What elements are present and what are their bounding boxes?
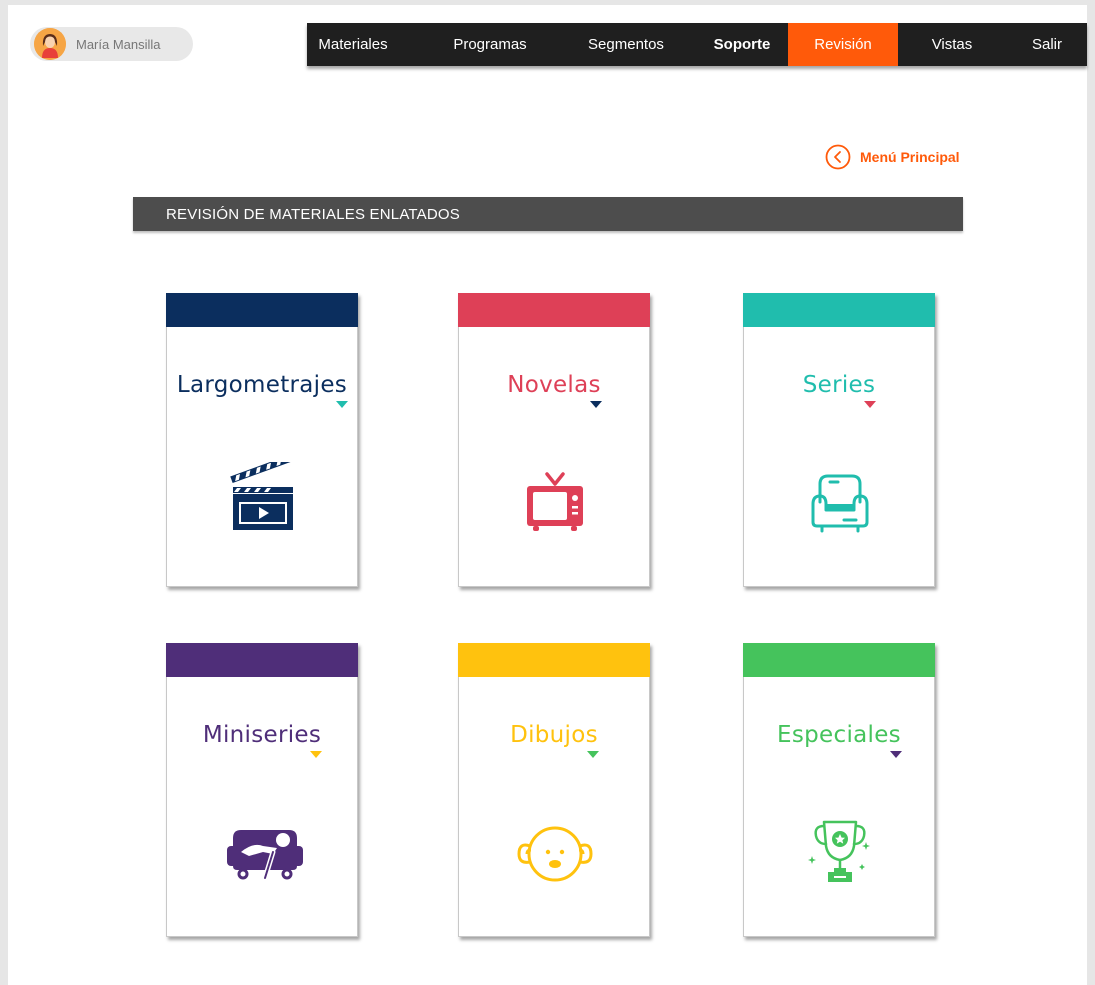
section-title: REVISIÓN DE MATERIALES ENLATADOS xyxy=(166,206,460,223)
card-miniseries[interactable]: Miniseries xyxy=(166,643,358,937)
couch-person-icon xyxy=(227,830,303,881)
chevron-left-circle-icon xyxy=(825,144,851,170)
nav-item-revision[interactable]: Revisión xyxy=(788,23,898,66)
avatar xyxy=(34,28,66,60)
nav-item-soporte[interactable]: Soporte xyxy=(699,23,785,66)
card-dibujos[interactable]: Dibujos xyxy=(458,643,650,937)
nav-item-materiales[interactable]: Materiales xyxy=(307,23,399,66)
card-title: Series xyxy=(802,372,876,398)
card-color-band xyxy=(166,293,358,327)
dropdown-marker-icon xyxy=(310,751,323,758)
dropdown-marker-icon xyxy=(336,401,349,408)
card-color-band xyxy=(166,643,358,677)
nav-item-programas[interactable]: Programas xyxy=(435,23,545,66)
section-header: REVISIÓN DE MATERIALES ENLATADOS xyxy=(133,197,963,231)
card-color-band xyxy=(458,293,650,327)
top-nav: Materiales Programas Segmentos Soporte R… xyxy=(307,23,1087,66)
dropdown-marker-icon xyxy=(889,751,902,758)
card-color-band xyxy=(743,293,935,327)
cartoon-face-icon xyxy=(517,826,593,882)
user-chip[interactable]: María Mansilla xyxy=(30,27,193,61)
card-color-band xyxy=(458,643,650,677)
page: María Mansilla Materiales Programas Segm… xyxy=(8,5,1087,985)
main-menu-link[interactable]: Menú Principal xyxy=(825,144,960,170)
card-largometrajes[interactable]: Largometrajes xyxy=(166,293,358,587)
nav-item-vistas[interactable]: Vistas xyxy=(907,23,997,66)
clapperboard-icon xyxy=(230,462,293,530)
card-title: Novelas xyxy=(507,372,601,398)
card-title: Dibujos xyxy=(510,722,598,748)
armchair-icon xyxy=(811,474,869,533)
card-title: Miniseries xyxy=(202,722,322,748)
card-series[interactable]: Series xyxy=(743,293,935,587)
dropdown-marker-icon xyxy=(586,751,599,758)
dropdown-marker-icon xyxy=(864,401,877,408)
card-especiales[interactable]: Especiales xyxy=(743,643,935,937)
trophy-icon xyxy=(808,820,870,882)
card-color-band xyxy=(743,643,935,677)
nav-item-salir[interactable]: Salir xyxy=(1007,23,1087,66)
nav-item-segmentos[interactable]: Segmentos xyxy=(571,23,681,66)
dropdown-marker-icon xyxy=(589,401,602,408)
tv-icon xyxy=(527,472,583,531)
card-title: Especiales xyxy=(777,722,901,748)
user-name: María Mansilla xyxy=(76,37,161,52)
card-title: Largometrajes xyxy=(176,372,348,398)
card-novelas[interactable]: Novelas xyxy=(458,293,650,587)
main-menu-label: Menú Principal xyxy=(860,149,960,165)
